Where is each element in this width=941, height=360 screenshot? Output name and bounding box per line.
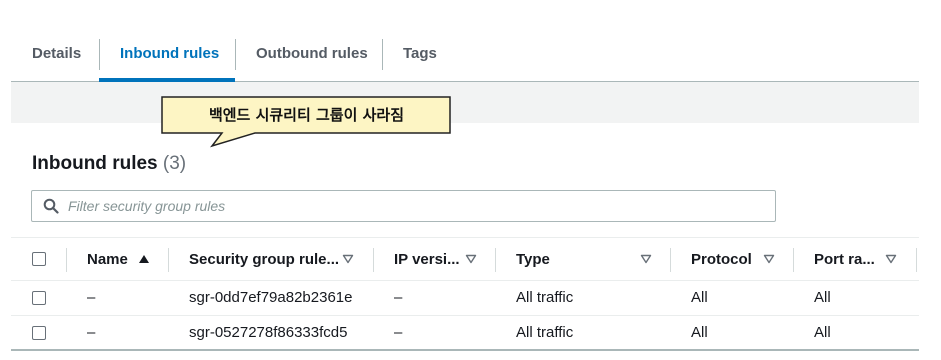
- cell-ip-version: –: [394, 289, 403, 306]
- sort-caret-icon[interactable]: [640, 254, 652, 264]
- filter-security-group-rules-input[interactable]: [68, 191, 768, 221]
- cell-type: All traffic: [516, 324, 574, 341]
- row-select-checkbox[interactable]: [32, 291, 46, 305]
- sort-ascending-icon[interactable]: [138, 254, 150, 264]
- cell-type: All traffic: [516, 289, 574, 306]
- sort-caret-icon[interactable]: [885, 254, 897, 264]
- cell-rule-id: sgr-0527278f86333fcd5: [189, 324, 348, 341]
- cell-port-range: All: [814, 324, 831, 341]
- cell-name: –: [87, 324, 96, 341]
- row-select-checkbox[interactable]: [32, 326, 46, 340]
- column-header-port-range[interactable]: Port ra...: [814, 238, 875, 280]
- column-divider: [793, 248, 794, 272]
- tab-inbound-rules[interactable]: Inbound rules: [120, 12, 219, 82]
- cell-name: –: [87, 289, 96, 306]
- rule-count: (3): [162, 153, 187, 174]
- column-header-protocol[interactable]: Protocol: [691, 238, 752, 280]
- callout-text: 백엔드 시큐리티 그룹이 사라짐: [208, 106, 405, 124]
- sort-caret-icon[interactable]: [342, 254, 354, 264]
- tab-details[interactable]: Details: [32, 12, 81, 82]
- column-divider: [670, 248, 671, 272]
- tab-divider: [99, 39, 100, 70]
- cell-protocol: All: [691, 289, 708, 306]
- column-header-type[interactable]: Type: [516, 238, 550, 280]
- cell-ip-version: –: [394, 324, 403, 341]
- section-header: Inbound rules (3): [32, 153, 186, 175]
- column-header-rule-id[interactable]: Security group rule...: [189, 238, 339, 280]
- column-divider: [373, 248, 374, 272]
- active-tab-indicator: [99, 78, 235, 82]
- column-divider: [495, 248, 496, 272]
- filter-search-box[interactable]: [31, 190, 776, 222]
- search-icon: [43, 198, 59, 214]
- cell-port-range: All: [814, 289, 831, 306]
- cell-protocol: All: [691, 324, 708, 341]
- table-row[interactable]: – sgr-0527278f86333fcd5 – All traffic Al…: [11, 316, 919, 351]
- tab-divider: [235, 39, 236, 70]
- column-divider: [66, 248, 67, 272]
- section-title: Inbound rules: [32, 153, 158, 174]
- sort-caret-icon[interactable]: [465, 254, 477, 264]
- column-divider: [168, 248, 169, 272]
- sort-caret-icon[interactable]: [763, 254, 775, 264]
- tab-outbound-rules[interactable]: Outbound rules: [256, 12, 368, 82]
- cell-rule-id: sgr-0dd7ef79a82b2361e: [189, 289, 353, 306]
- table-header: Name Security group rule... IP versi... …: [11, 237, 919, 281]
- column-header-ip-version[interactable]: IP versi...: [394, 238, 460, 280]
- select-all-checkbox[interactable]: [32, 252, 46, 266]
- security-group-details-panel: Details Inbound rules Outbound rules Tag…: [11, 12, 919, 351]
- tab-tags[interactable]: Tags: [403, 12, 437, 82]
- column-header-name[interactable]: Name: [87, 238, 128, 280]
- column-divider: [916, 248, 917, 272]
- table-row[interactable]: – sgr-0dd7ef79a82b2361e – All traffic Al…: [11, 281, 919, 316]
- tab-divider: [382, 39, 383, 70]
- inbound-rules-container: Inbound rules (3) Name Security group ru…: [11, 123, 919, 351]
- tab-bar: Details Inbound rules Outbound rules Tag…: [11, 12, 919, 82]
